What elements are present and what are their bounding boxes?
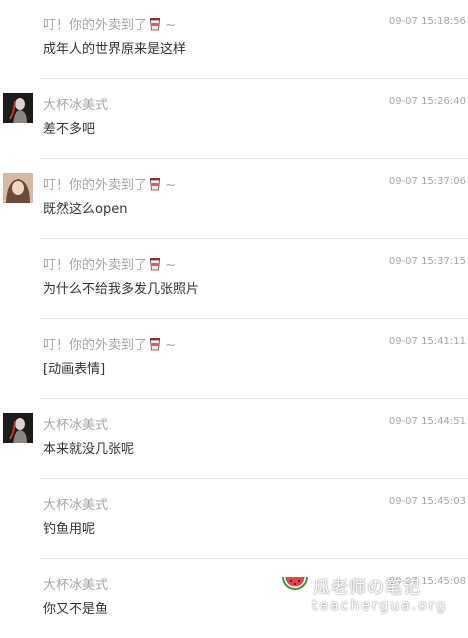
comment-text: 成年人的世界原来是这样 xyxy=(43,42,187,57)
comment-author[interactable]: 叮！你的外卖到了 ~ xyxy=(43,334,176,353)
author-name: 大杯冰美式 xyxy=(43,418,109,433)
comment-author[interactable]: 大杯冰美式 xyxy=(43,414,108,433)
comment-text: [动画表情] xyxy=(43,362,106,377)
comment-item: 大杯冰美式 09-07 15:26:40 差不多吧 xyxy=(0,78,468,158)
comment-divider xyxy=(40,558,468,559)
watermark-title: 瓜老师の笔记 xyxy=(313,578,421,598)
author-name: 叮！你的外卖到了 xyxy=(43,338,148,353)
author-name: 大杯冰美式 xyxy=(43,498,109,513)
comment-timestamp: 09-07 15:18:56 xyxy=(388,16,466,27)
watermark-url: teachergua.org xyxy=(312,598,448,614)
comment-divider xyxy=(40,238,468,239)
comment-timestamp: 09-07 15:37:06 xyxy=(388,176,466,187)
avatar[interactable] xyxy=(3,173,33,203)
avatar-image-icon xyxy=(3,413,33,443)
name-tilde: ~ xyxy=(165,338,176,353)
comment-author[interactable]: 大杯冰美式 xyxy=(43,494,108,513)
comment-item: 大杯冰美式 09-07 15:44:51 本来就没几张呢 xyxy=(0,398,468,478)
comment-divider xyxy=(40,398,468,399)
avatar-image-icon xyxy=(3,173,33,203)
comment-item: 叮！你的外卖到了 ~09-07 15:18:56 成年人的世界原来是这样 xyxy=(0,0,468,78)
comment-author[interactable]: 叮！你的外卖到了 ~ xyxy=(43,174,176,193)
author-name: 大杯冰美式 xyxy=(43,578,109,593)
comment-timestamp: 09-07 15:41:11 xyxy=(388,336,466,347)
author-name: 叮！你的外卖到了 xyxy=(43,18,148,33)
comment-item: 大杯冰美式 09-07 15:45:03 钓鱼用呢 xyxy=(0,478,468,558)
comment-divider xyxy=(40,318,468,319)
author-name: 叮！你的外卖到了 xyxy=(43,178,148,193)
comment-text: 钓鱼用呢 xyxy=(43,522,96,537)
comment-divider xyxy=(40,158,468,159)
comment-timestamp: 09-07 15:45:03 xyxy=(388,496,466,507)
author-name: 叮！你的外卖到了 xyxy=(43,258,148,273)
comment-text: 为什么不给我多发几张照片 xyxy=(43,282,200,297)
watermark: 瓜老师の笔记 teachergua.org xyxy=(281,568,468,620)
name-tilde: ~ xyxy=(165,178,176,193)
avatar[interactable] xyxy=(3,93,33,123)
comment-item: 叮！你的外卖到了 ~09-07 15:37:15 为什么不给我多发几张照片 xyxy=(0,238,468,318)
comment-text: 既然这么open xyxy=(43,202,128,217)
comment-item: 叮！你的外卖到了 ~09-07 15:37:06 既然这么open xyxy=(0,158,468,238)
comment-author[interactable]: 叮！你的外卖到了 ~ xyxy=(43,14,176,33)
comment-divider xyxy=(40,78,468,79)
name-tilde: ~ xyxy=(165,18,176,33)
takeout-cup-emoji-icon xyxy=(148,177,162,191)
comment-author[interactable]: 大杯冰美式 xyxy=(43,574,108,593)
comment-text: 你又不是鱼 xyxy=(43,602,109,617)
avatar-image-icon xyxy=(3,93,33,123)
watermelon-logo-icon xyxy=(282,577,308,590)
comment-author[interactable]: 大杯冰美式 xyxy=(43,94,108,113)
comment-timestamp: 09-07 15:37:15 xyxy=(388,256,466,267)
comment-text: 差不多吧 xyxy=(43,122,96,137)
comment-item: 叮！你的外卖到了 ~09-07 15:41:11 [动画表情] xyxy=(0,318,468,398)
takeout-cup-emoji-icon xyxy=(148,257,162,271)
author-name: 大杯冰美式 xyxy=(43,98,109,113)
comment-timestamp: 09-07 15:26:40 xyxy=(388,96,466,107)
comment-author[interactable]: 叮！你的外卖到了 ~ xyxy=(43,254,176,273)
name-tilde: ~ xyxy=(165,258,176,273)
takeout-cup-emoji-icon xyxy=(148,17,162,31)
takeout-cup-emoji-icon xyxy=(148,337,162,351)
comment-timestamp: 09-07 15:44:51 xyxy=(388,416,466,427)
comment-text: 本来就没几张呢 xyxy=(43,442,135,457)
avatar[interactable] xyxy=(3,413,33,443)
comment-divider xyxy=(40,478,468,479)
